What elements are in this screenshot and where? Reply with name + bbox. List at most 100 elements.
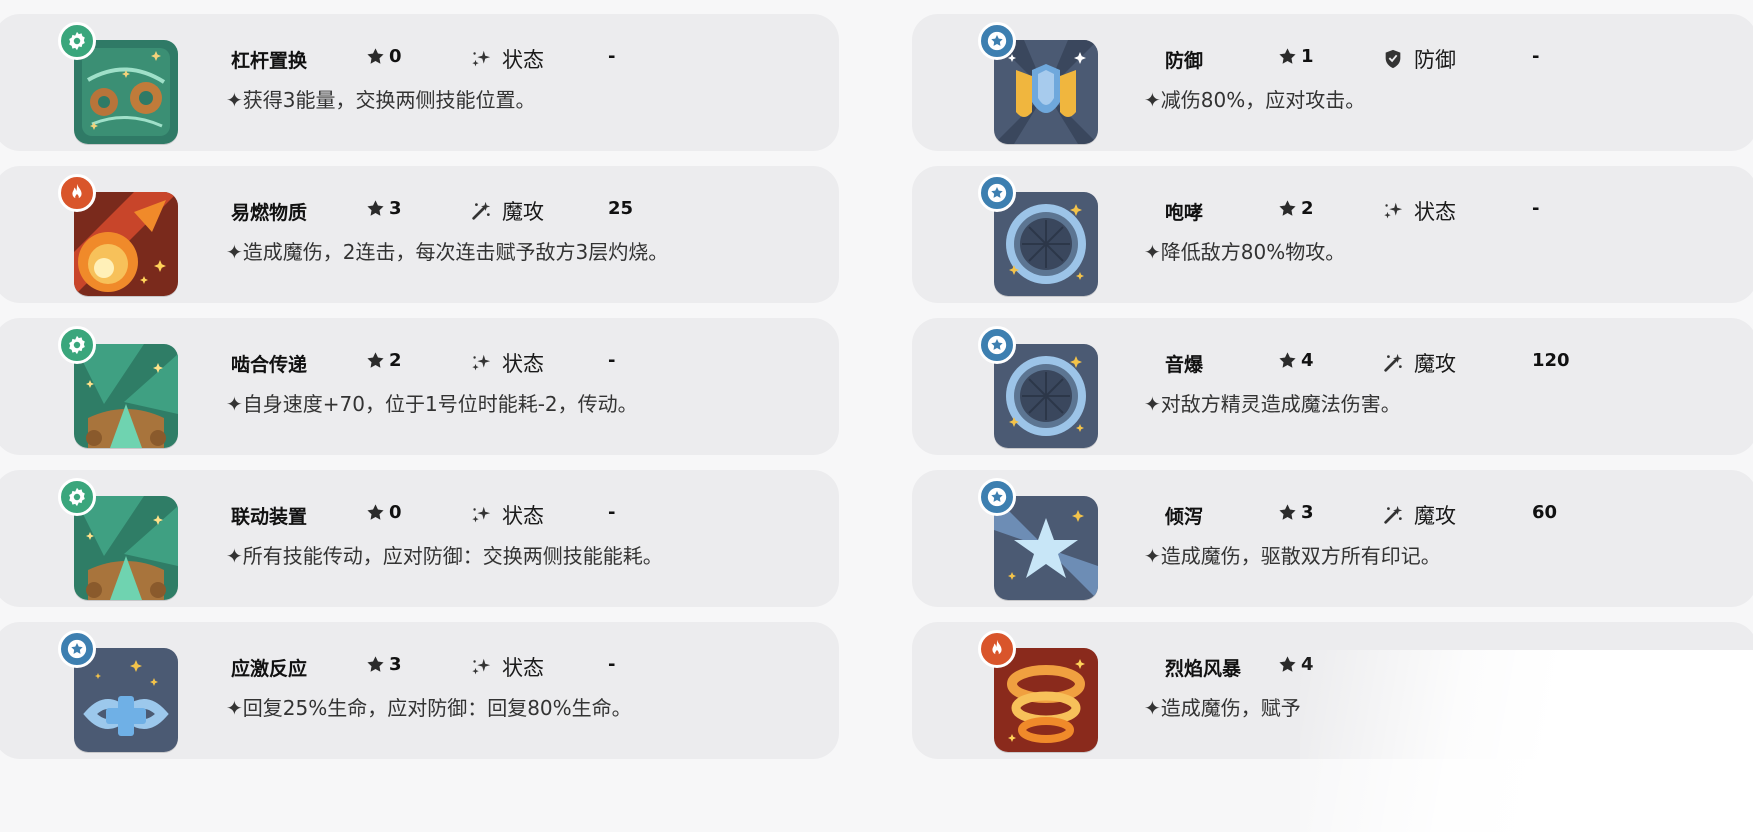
- heal-skill-art-icon: [74, 648, 178, 752]
- energy-cost: 3: [366, 654, 402, 675]
- skill-description: ✦回复25%生命，应对防御：回复80%生命。: [226, 696, 632, 720]
- skill-type-label: 状态: [502, 352, 544, 376]
- skill-type: 状态: [470, 44, 544, 74]
- skill-card[interactable]: 咆哮 2 状态 - ✦降低敌方80%物攻。: [912, 166, 1753, 303]
- star-badge-icon: [58, 630, 96, 668]
- star-badge-icon: [978, 174, 1016, 212]
- sparkle-icon: [470, 656, 492, 678]
- energy-cost: 4: [1278, 350, 1314, 371]
- sparkle-icon: [470, 504, 492, 526]
- skill-name: 联动装置: [231, 506, 308, 528]
- skill-type: 状态: [470, 500, 544, 530]
- skill-description: ✦自身速度+70，位于1号位时能耗-2，传动。: [226, 392, 638, 416]
- skill-power: 60: [1532, 502, 1558, 523]
- sparkle-icon: [470, 352, 492, 374]
- energy-cost-value: 4: [1301, 654, 1314, 675]
- skill-card[interactable]: 应激反应 3 状态 - ✦回复25%生命，应对防御：回复80%生命。: [0, 622, 839, 759]
- skill-power: -: [608, 502, 616, 523]
- skill-type: 魔攻: [1382, 500, 1456, 530]
- energy-cost-value: 3: [1301, 502, 1314, 523]
- fire-skill-art-icon: [74, 192, 178, 296]
- sparkle-icon: [470, 48, 492, 70]
- sparkle-icon: [1382, 200, 1404, 222]
- sound-skill-art-icon: [994, 344, 1098, 448]
- energy-cost: 1: [1278, 46, 1314, 67]
- storm-skill-art-icon: [994, 648, 1098, 752]
- skill-type: 状态: [470, 348, 544, 378]
- shield-icon: [1382, 48, 1404, 70]
- skill-description: ✦所有技能传动，应对防御：交换两侧技能能耗。: [226, 544, 663, 568]
- skill-description: ✦降低敌方80%物攻。: [1144, 240, 1346, 264]
- energy-star-icon: [1278, 503, 1297, 522]
- energy-cost: 2: [366, 350, 402, 371]
- skill-type-label: 状态: [502, 48, 544, 72]
- skill-type-label: 魔攻: [1414, 504, 1456, 528]
- skill-type-label: 状态: [502, 504, 544, 528]
- skill-type-label: 魔攻: [1414, 352, 1456, 376]
- magic-attack-icon: [470, 200, 492, 222]
- skill-type: 魔攻: [1382, 348, 1456, 378]
- fire-badge-icon: [978, 630, 1016, 668]
- skill-card[interactable]: 易燃物质 3 魔攻 25 ✦造成魔伤，2连击，每次连击赋予敌方3层灼烧。: [0, 166, 839, 303]
- skill-card[interactable]: 杠杆置换 0 状态 - ✦获得3能量，交换两侧技能位置。: [0, 14, 839, 151]
- energy-cost-value: 4: [1301, 350, 1314, 371]
- skill-name: 音爆: [1165, 354, 1204, 376]
- energy-cost-value: 0: [389, 46, 402, 67]
- skill-card[interactable]: 倾泻 3 魔攻 60 ✦造成魔伤，驱散双方所有印记。: [912, 470, 1753, 607]
- leaf-skill-art-icon: [74, 344, 178, 448]
- skill-description: ✦获得3能量，交换两侧技能位置。: [226, 88, 536, 112]
- skill-name: 烈焰风暴: [1165, 658, 1242, 680]
- skill-type-label: 魔攻: [502, 200, 544, 224]
- energy-cost-value: 2: [1301, 198, 1314, 219]
- shield-skill-art-icon: [994, 40, 1098, 144]
- energy-cost: 0: [366, 502, 402, 523]
- energy-cost: 4: [1278, 654, 1314, 675]
- energy-star-icon: [1278, 47, 1297, 66]
- skill-type-label: 防御: [1414, 48, 1456, 72]
- energy-cost-value: 1: [1301, 46, 1314, 67]
- energy-cost: 3: [1278, 502, 1314, 523]
- skill-description: ✦造成魔伤，驱散双方所有印记。: [1144, 544, 1441, 568]
- energy-cost: 0: [366, 46, 402, 67]
- burst-skill-art-icon: [994, 496, 1098, 600]
- energy-star-icon: [366, 351, 385, 370]
- energy-cost: 3: [366, 198, 402, 219]
- skill-power: -: [608, 46, 616, 67]
- star-badge-icon: [978, 478, 1016, 516]
- skill-type-label: 状态: [502, 656, 544, 680]
- skill-name: 咆哮: [1165, 202, 1204, 224]
- gear-badge-icon: [58, 326, 96, 364]
- star-badge-icon: [978, 326, 1016, 364]
- skill-name: 倾泻: [1165, 506, 1204, 528]
- energy-star-icon: [366, 655, 385, 674]
- sound-skill-art-icon: [994, 192, 1098, 296]
- skill-type: 防御: [1382, 44, 1456, 74]
- skill-card[interactable]: 烈焰风暴 4 ✦造成魔伤，赋予: [912, 622, 1753, 759]
- skill-name: 杠杆置换: [231, 50, 308, 72]
- skill-description: ✦对敌方精灵造成魔法伤害。: [1144, 392, 1401, 416]
- energy-cost-value: 2: [389, 350, 402, 371]
- skill-name: 啮合传递: [231, 354, 308, 376]
- mech-skill-art-icon: [74, 40, 178, 144]
- energy-star-icon: [366, 199, 385, 218]
- skill-card[interactable]: 音爆 4 魔攻 120 ✦对敌方精灵造成魔法伤害。: [912, 318, 1753, 455]
- skill-description: ✦减伤80%，应对攻击。: [1144, 88, 1366, 112]
- skill-power: -: [608, 350, 616, 371]
- gear-badge-icon: [58, 22, 96, 60]
- energy-cost-value: 0: [389, 502, 402, 523]
- leaf-skill-art-icon: [74, 496, 178, 600]
- energy-star-icon: [1278, 199, 1297, 218]
- skill-card[interactable]: 联动装置 0 状态 - ✦所有技能传动，应对防御：交换两侧技能能耗。: [0, 470, 839, 607]
- fire-badge-icon: [58, 174, 96, 212]
- skill-power: -: [1532, 198, 1540, 219]
- energy-star-icon: [366, 503, 385, 522]
- skill-card[interactable]: 防御 1 防御 - ✦减伤80%，应对攻击。: [912, 14, 1753, 151]
- energy-star-icon: [1278, 655, 1297, 674]
- magic-attack-icon: [1382, 504, 1404, 526]
- skill-card[interactable]: 啮合传递 2 状态 - ✦自身速度+70，位于1号位时能耗-2，传动。: [0, 318, 839, 455]
- skill-type: 状态: [1382, 196, 1456, 226]
- energy-star-icon: [1278, 351, 1297, 370]
- skill-description: ✦造成魔伤，赋予: [1144, 696, 1301, 720]
- magic-attack-icon: [1382, 352, 1404, 374]
- skill-name: 防御: [1165, 50, 1204, 72]
